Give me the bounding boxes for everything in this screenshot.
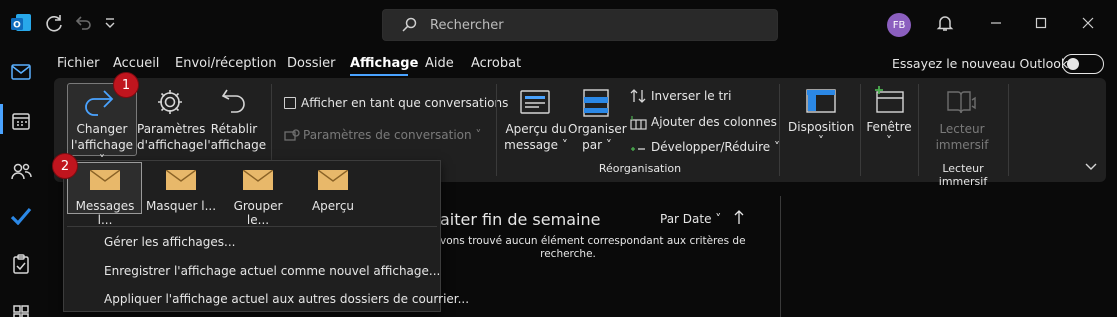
tab-dossier[interactable]: Dossier: [287, 56, 335, 71]
change-view-icon: [82, 87, 118, 121]
folder-heading: aiter fin de semaine: [440, 210, 601, 229]
search-placeholder: Rechercher: [430, 18, 504, 33]
rail-selection-indicator: [0, 104, 3, 134]
envelope-icon: [317, 169, 349, 190]
inverser-tri-button[interactable]: Inverser le tri: [651, 89, 731, 104]
tab-envoi-reception[interactable]: Envoi/réception: [175, 56, 276, 71]
reorganisation-group-label: Réorganisation: [598, 162, 682, 175]
retablir-label-line2: l'affichage: [204, 138, 267, 152]
lecteur-group-label: Lecteur immersif: [938, 162, 988, 188]
tab-aide[interactable]: Aide: [425, 56, 454, 71]
tab-affichage[interactable]: Affichage: [350, 56, 418, 71]
todo-icon[interactable]: [6, 201, 36, 231]
envelope-icon: [165, 169, 197, 190]
message-preview-icon[interactable]: [520, 89, 550, 119]
view-option-label: Masquer l...: [145, 199, 217, 213]
apercu-label-line1: Aperçu du: [505, 122, 567, 136]
bell-icon[interactable]: [934, 12, 956, 34]
view-option-masquer[interactable]: Masquer l...: [145, 162, 217, 214]
app-rail: [0, 46, 42, 317]
add-columns-icon: [630, 115, 647, 134]
parametres-label-line2: d'affichage: [137, 138, 204, 152]
lecteur-label-line2: immersif: [935, 138, 989, 152]
view-option-label: Aperçu: [311, 199, 355, 213]
chevron-down-icon: ˅: [886, 134, 892, 148]
retablir-label-line1: Rétablir: [210, 122, 258, 136]
reading-pane-divider: [780, 196, 781, 317]
developper-reduire-button[interactable]: Développer/Réduire ˅: [651, 140, 780, 155]
view-option-apercu[interactable]: Aperçu: [297, 162, 369, 214]
view-option-label: Grouper le...: [233, 199, 283, 227]
outlook-window: O Rechercher FB Fichier Accueil Envoi/ré…: [0, 0, 1117, 317]
customize-qat-icon[interactable]: [99, 12, 121, 34]
conversations-label: Afficher en tant que conversations: [301, 96, 509, 110]
close-icon[interactable]: [1077, 12, 1099, 34]
expand-collapse-icon: [630, 140, 646, 159]
sort-direction-icon[interactable]: [733, 209, 745, 229]
save-view-link[interactable]: Enregistrer l'affichage actuel comme nou…: [104, 264, 440, 278]
empty-message-line1: vons trouvé aucun élément correspondant …: [440, 235, 746, 247]
people-icon[interactable]: [6, 156, 36, 186]
ribbon-expand-icon[interactable]: [1084, 157, 1098, 176]
lecteur-label-line1: Lecteur: [939, 122, 985, 136]
calendar-icon[interactable]: [6, 106, 36, 136]
view-option-grouper[interactable]: Grouper le...: [222, 162, 294, 227]
try-new-outlook-toggle[interactable]: [1062, 54, 1104, 74]
chevron-down-icon: ˅: [818, 134, 824, 148]
immersive-reader-icon: [945, 88, 977, 120]
ajouter-colonnes-button[interactable]: Ajouter des colonnes: [651, 115, 777, 130]
conversation-settings-icon: [284, 128, 300, 147]
outlook-logo-icon: O: [10, 12, 32, 34]
svg-text:O: O: [13, 21, 21, 31]
step-badge-2: 2: [52, 153, 78, 179]
organiser-label-line1: Organiser: [568, 122, 627, 136]
step-badge-1: 1: [113, 72, 139, 98]
envelope-icon: [242, 169, 274, 190]
fenetre-button[interactable]: Fenêtre: [860, 120, 918, 135]
ribbon-separator: [496, 84, 497, 176]
undo-icon[interactable]: [72, 12, 94, 34]
try-new-outlook-label: Essayez le nouveau Outlook: [892, 56, 1069, 71]
folder-pane-edge: [42, 188, 43, 317]
maximize-icon[interactable]: [1030, 12, 1052, 34]
conversation-settings-button[interactable]: Paramètres de conversation ˅: [303, 128, 481, 143]
tab-accueil[interactable]: Accueil: [113, 56, 159, 71]
disposition-button[interactable]: Disposition: [788, 120, 854, 135]
layout-icon[interactable]: [806, 88, 836, 118]
active-tab-indicator: [350, 74, 408, 76]
search-box[interactable]: Rechercher: [382, 9, 778, 41]
parametres-label-line1: Paramètres: [137, 122, 206, 136]
reverse-sort-icon: [630, 88, 646, 108]
apply-view-link[interactable]: Appliquer l'affichage actuel aux autres …: [104, 292, 469, 306]
tab-acrobat[interactable]: Acrobat: [471, 56, 521, 71]
window-icon[interactable]: [873, 86, 905, 118]
arrange-by-icon[interactable]: [582, 88, 610, 122]
dropdown-separator: [67, 226, 437, 227]
tasks-icon[interactable]: [6, 249, 36, 279]
sync-icon[interactable]: [43, 12, 65, 34]
ribbon-separator: [779, 84, 780, 176]
envelope-icon: [89, 169, 121, 190]
manage-views-link[interactable]: Gérer les affichages...: [104, 235, 235, 249]
minimize-icon[interactable]: [985, 12, 1007, 34]
changer-label-line1: Changer: [76, 122, 128, 136]
apps-icon[interactable]: [6, 298, 36, 317]
toggle-knob: [1067, 58, 1079, 70]
avatar[interactable]: FB: [887, 13, 911, 37]
ribbon-separator: [1008, 84, 1009, 176]
organiser-label-line2: par ˅: [582, 138, 612, 152]
view-option-messages[interactable]: Messages l...: [69, 162, 141, 227]
view-settings-icon[interactable]: [155, 87, 185, 121]
reset-view-icon[interactable]: [219, 86, 249, 120]
view-option-label: Messages l...: [75, 199, 135, 227]
tab-fichier[interactable]: Fichier: [57, 56, 100, 71]
apercu-label-line2: message ˅: [504, 138, 568, 152]
search-icon: [401, 17, 417, 37]
mail-icon[interactable]: [6, 57, 36, 87]
conversations-checkbox[interactable]: [284, 97, 296, 109]
empty-message-line2: recherche.: [540, 248, 596, 260]
sort-by-date-button[interactable]: Par Date ˅: [660, 212, 721, 226]
